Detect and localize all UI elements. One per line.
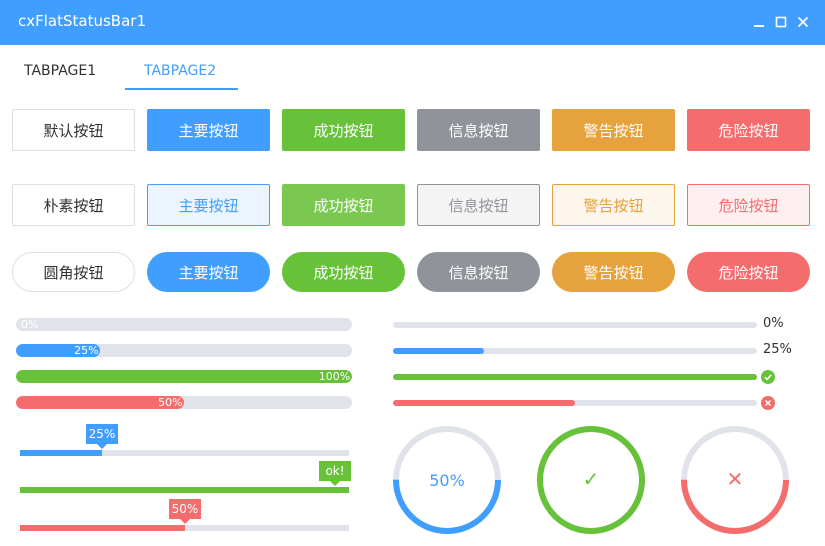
progress-circle: 50%: [393, 426, 501, 534]
progress-bar-inner: 0%: [16, 318, 352, 331]
maximize-icon: [775, 16, 787, 28]
progress-bar-tooltip: [20, 487, 349, 493]
progress-bar-inner: 50%: [16, 396, 352, 409]
danger-round-button[interactable]: 危险按钮: [687, 252, 810, 292]
progress-tooltip: 50%: [169, 499, 201, 524]
progress-bar-thin: [393, 348, 757, 354]
progress-circle: ✕: [681, 426, 789, 534]
success-round-button[interactable]: 成功按钮: [282, 252, 405, 292]
error-icon: [761, 396, 775, 410]
progress-fill: [20, 450, 102, 456]
default-solid-button[interactable]: 默认按钮: [12, 109, 135, 151]
maximize-button[interactable]: [769, 8, 793, 36]
info-round-button[interactable]: 信息按钮: [417, 252, 540, 292]
warning-round-button[interactable]: 警告按钮: [552, 252, 675, 292]
progress-fill: [20, 525, 185, 531]
check-icon: ✓: [583, 467, 600, 491]
progress-fill: [16, 370, 352, 383]
close-icon: [797, 16, 809, 28]
progress-fill: [393, 374, 757, 380]
close-button[interactable]: [791, 8, 815, 36]
danger-plain-button[interactable]: 危险按钮: [687, 184, 810, 226]
progress-bar-tooltip: [20, 525, 349, 531]
progress-circle-label: 50%: [429, 471, 465, 490]
progress-bar-thin: [393, 322, 757, 328]
progress-label: 50%: [158, 396, 183, 409]
close-icon: ✕: [727, 467, 744, 491]
progress-fill: [20, 487, 349, 493]
default-round-button[interactable]: 圆角按钮: [12, 252, 135, 292]
progress-label: 25%: [763, 342, 792, 357]
success-solid-button[interactable]: 成功按钮: [282, 109, 405, 151]
warning-solid-button[interactable]: 警告按钮: [552, 109, 675, 151]
info-solid-button[interactable]: 信息按钮: [417, 109, 540, 151]
progress-fill: [393, 400, 575, 406]
progress-label: 0%: [763, 316, 784, 331]
progress-circle: ✓: [537, 426, 645, 534]
default-plain-button[interactable]: 朴素按钮: [12, 184, 135, 226]
progress-bar-inner: 25%: [16, 344, 352, 357]
primary-round-button[interactable]: 主要按钮: [147, 252, 270, 292]
tab-bar: TABPAGE1 TABPAGE2: [0, 45, 825, 90]
primary-plain-button[interactable]: 主要按钮: [147, 184, 270, 226]
progress-fill: [393, 348, 484, 354]
success-plain-button[interactable]: 成功按钮: [282, 184, 405, 226]
window-title: cxFlatStatusBar1: [18, 12, 146, 30]
minimize-icon: [754, 25, 764, 27]
tab-tabpage2[interactable]: TABPAGE2: [144, 63, 216, 79]
progress-label: 100%: [318, 370, 351, 383]
progress-bar-thin: [393, 374, 757, 380]
progress-bar-tooltip: [20, 450, 349, 456]
warning-plain-button[interactable]: 警告按钮: [552, 184, 675, 226]
info-plain-button[interactable]: 信息按钮: [417, 184, 540, 226]
success-icon: [761, 370, 775, 384]
progress-bar-inner: 100%: [16, 370, 352, 383]
danger-solid-button[interactable]: 危险按钮: [687, 109, 810, 151]
progress-tooltip: ok!: [319, 461, 351, 486]
tab-tabpage1[interactable]: TABPAGE1: [24, 63, 96, 79]
progress-bar-thin: [393, 400, 757, 406]
progress-label: 25%: [74, 344, 99, 357]
minimize-button[interactable]: [747, 8, 771, 36]
progress-tooltip: 25%: [86, 424, 118, 449]
primary-solid-button[interactable]: 主要按钮: [147, 109, 270, 151]
progress-label: 0%: [21, 318, 39, 331]
active-tab-indicator: [125, 88, 238, 90]
window-titlebar: cxFlatStatusBar1: [0, 0, 825, 45]
